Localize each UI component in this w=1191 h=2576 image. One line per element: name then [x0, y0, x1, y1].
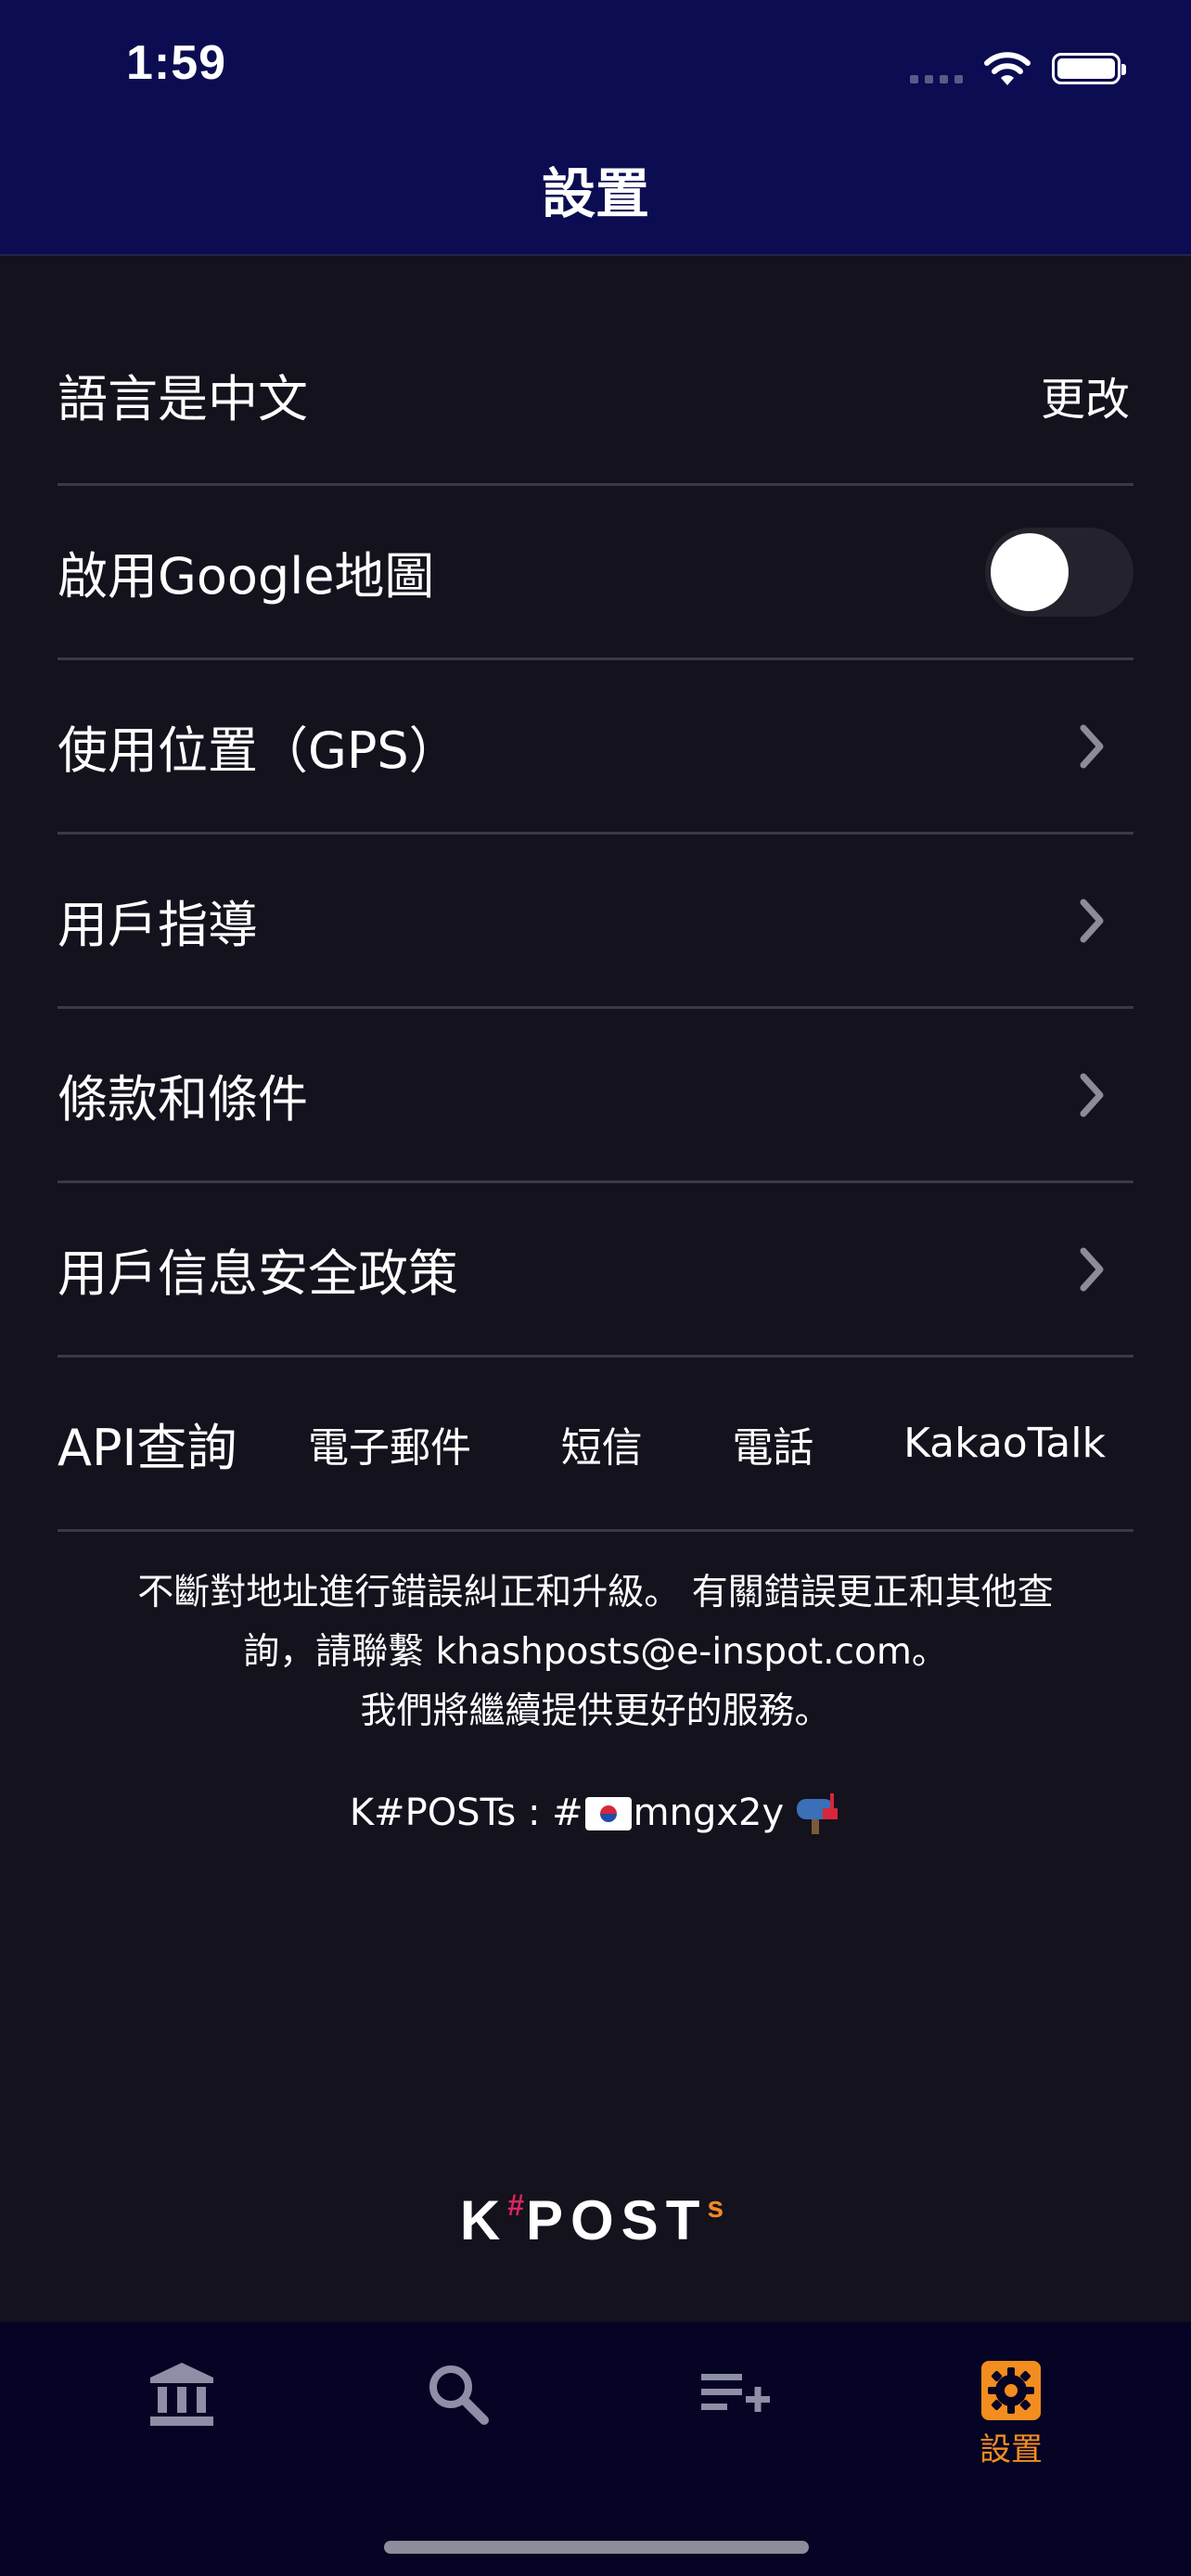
- language-label: 語言是中文: [58, 370, 308, 428]
- tab-settings[interactable]: 設置: [937, 2359, 1085, 2489]
- privacy-policy-row[interactable]: 用戶信息安全政策: [58, 1183, 1133, 1358]
- logo-post: POST: [525, 2189, 708, 2251]
- chevron-right-icon: [1080, 899, 1104, 942]
- sms-link[interactable]: 短信: [561, 1414, 643, 1473]
- language-row: 語言是中文 更改: [58, 306, 1133, 486]
- kpost-code: mngx2y: [633, 1792, 785, 1834]
- playlist-add-icon: [701, 2374, 770, 2412]
- chevron-right-icon: [1080, 1247, 1104, 1291]
- privacy-policy-label: 用戶信息安全政策: [58, 1244, 458, 1303]
- email-link[interactable]: 電子郵件: [308, 1414, 471, 1473]
- footer-line-2: 詢，請聯繫 khashposts@e-inspot.com。: [243, 1631, 948, 1673]
- api-inquiry-label: API查詢: [58, 1419, 237, 1477]
- navigation-bar: 設置: [0, 130, 1191, 256]
- tab-bar: 設置: [0, 2322, 1191, 2576]
- logo-k: K: [459, 2189, 508, 2251]
- api-inquiry-row: API查詢 電子郵件 短信 電話 KakaoTalk: [58, 1358, 1133, 1532]
- google-maps-toggle[interactable]: [985, 527, 1133, 617]
- cellular-signal-icon: [910, 74, 963, 83]
- terms-label: 條款和條件: [58, 1070, 308, 1129]
- user-guide-label: 用戶指導: [58, 896, 258, 954]
- status-time: 1:59: [126, 36, 227, 90]
- tab-add-list[interactable]: [660, 2359, 809, 2489]
- kposts-logo: K#POSTs: [0, 2188, 1191, 2252]
- logo-s: s: [707, 2190, 732, 2224]
- kakaotalk-link[interactable]: KakaoTalk: [903, 1420, 1106, 1467]
- phone-link[interactable]: 電話: [732, 1414, 813, 1473]
- api-contact-links: 電子郵件 短信 電話 KakaoTalk: [308, 1414, 1133, 1473]
- footer-line-3: 我們將繼續提供更好的服務。: [360, 1690, 831, 1732]
- gps-row[interactable]: 使用位置（GPS）: [58, 660, 1133, 835]
- korea-flag-icon: [584, 1797, 632, 1830]
- google-maps-row: 啟用Google地圖: [58, 486, 1133, 660]
- tab-search[interactable]: [384, 2359, 532, 2489]
- kpost-code-line: K#POSTs : # mngx2y: [0, 1790, 1191, 1834]
- change-language-button[interactable]: 更改: [1041, 363, 1130, 427]
- status-bar: 1:59: [0, 0, 1191, 130]
- logo-hash: #: [507, 2188, 526, 2222]
- terms-row[interactable]: 條款和條件: [58, 1009, 1133, 1183]
- mailbox-icon: [797, 1793, 839, 1834]
- settings-list: 語言是中文 更改 啟用Google地圖 使用位置（GPS） 用戶指導 條款和條件…: [58, 306, 1133, 1532]
- chevron-right-icon: [1080, 1073, 1104, 1116]
- status-icons: [910, 46, 1126, 91]
- gps-label: 使用位置（GPS）: [58, 721, 459, 780]
- toggle-knob: [991, 532, 1069, 611]
- page-title: 設置: [541, 162, 649, 225]
- tab-settings-label: 設置: [980, 2431, 1043, 2468]
- user-guide-row[interactable]: 用戶指導: [58, 835, 1133, 1009]
- kpost-prefix: K#POSTs : #: [349, 1792, 583, 1834]
- wifi-icon: [984, 52, 1031, 85]
- footer-notice: 不斷對地址進行錯誤糾正和升級。 有關錯誤更正和其他查 詢，請聯繫 khashpo…: [58, 1563, 1133, 1741]
- home-indicator: [384, 2541, 809, 2554]
- tab-home[interactable]: [108, 2359, 256, 2489]
- battery-icon: [1052, 53, 1126, 84]
- chevron-right-icon: [1080, 724, 1104, 768]
- google-maps-label: 啟用Google地圖: [58, 547, 435, 606]
- gear-icon: [981, 2361, 1041, 2420]
- footer-line-1: 不斷對地址進行錯誤糾正和升級。 有關錯誤更正和其他查: [137, 1572, 1054, 1613]
- search-icon: [429, 2366, 489, 2425]
- bank-icon: [150, 2363, 213, 2426]
